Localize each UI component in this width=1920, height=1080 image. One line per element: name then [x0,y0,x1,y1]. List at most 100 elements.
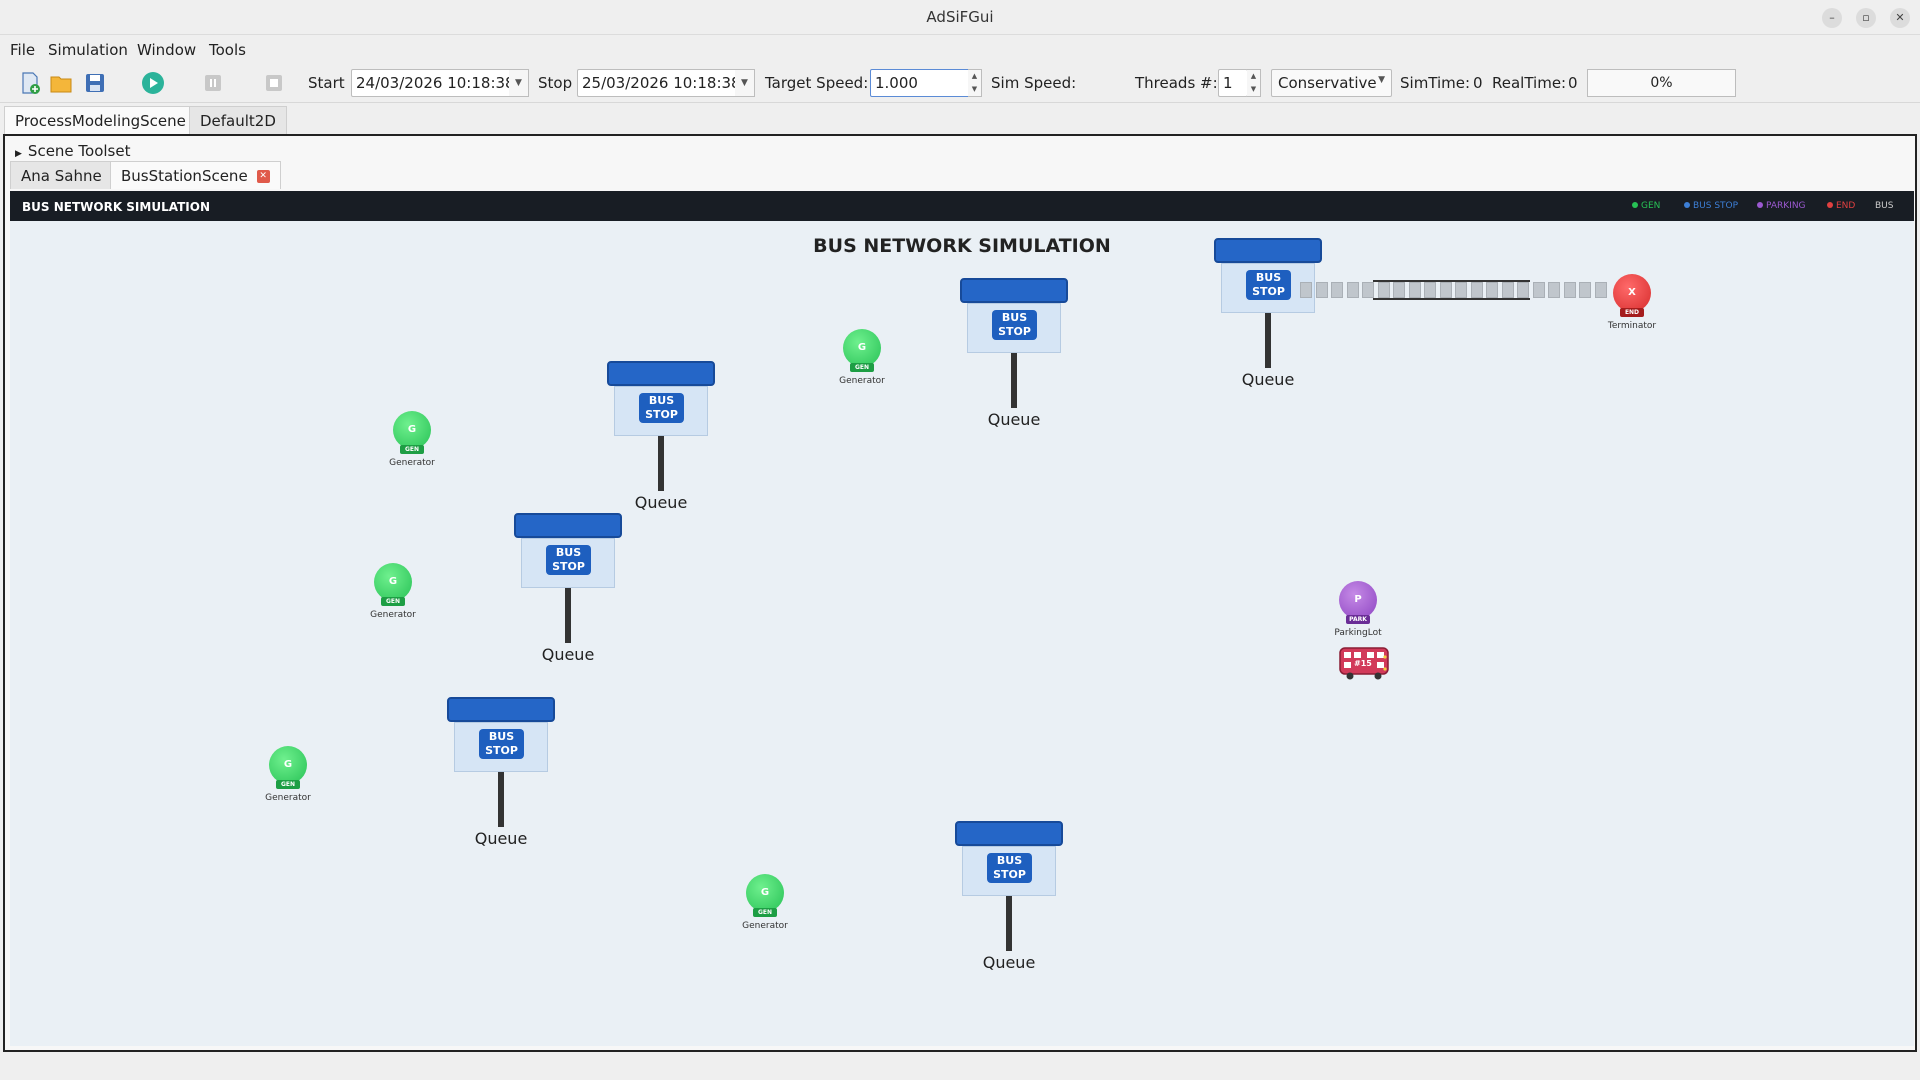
scene-toolset-toggle[interactable]: ▶ Scene Toolset [15,142,130,160]
legend-bus: BUS [1875,201,1894,211]
lane-segment [1563,282,1576,298]
legend-parking: PARKING [1757,201,1806,211]
generator-label: Generator [742,921,788,931]
maximize-button[interactable]: ▫ [1856,8,1876,28]
park-tag: PARK [1346,615,1370,624]
sim-speed-label: Sim Speed: [991,74,1077,92]
open-folder-icon[interactable] [49,71,73,95]
threads-input[interactable]: 1 [1218,69,1248,97]
target-speed-input[interactable]: 1.000 [870,69,970,97]
start-dropdown-button[interactable]: ▼ [509,69,529,97]
toolbar: Start 24/03/2026 10:18:38 ▼ Stop 25/03/2… [0,63,1920,103]
simtime-label: SimTime: [1400,74,1471,92]
expand-triangle-icon: ▶ [15,149,22,159]
bus-stop-roof [607,361,715,386]
lane-segment [1300,282,1312,298]
queue-label: Queue [982,953,1036,972]
window-title: AdSiFGui [926,8,994,26]
generator-label: Generator [839,376,885,386]
scene-toolset-label: Scene Toolset [27,142,131,160]
queue-pole [498,772,504,827]
menu-tools[interactable]: Tools [209,41,246,59]
lane-segment [1455,282,1467,298]
queue-pole [1011,353,1017,408]
lane-segment [1377,282,1390,298]
stop-label: Stop [538,74,573,92]
target-speed-spinner[interactable]: ▲ ▼ [968,69,982,97]
terminator-label: Terminator [1607,321,1657,331]
play-icon[interactable] [141,71,165,95]
scene-header-bar: BUS NETWORK SIMULATION GEN BUS STOP PARK… [10,191,1914,221]
stop-datetime-field[interactable]: 25/03/2026 10:18:38 [577,69,737,97]
terminator-node[interactable]: X END Terminator [1602,274,1662,344]
lane-segment [1331,282,1343,298]
gen-tag: GEN [381,597,405,606]
bus-stop-roof [1214,238,1322,263]
bus-stop[interactable]: BUS STOP Queue [955,821,1065,972]
gen-tag: GEN [850,363,874,372]
generator-node[interactable]: G GEN Generator [363,563,423,633]
tab-bus-station-scene[interactable]: BusStationScene ✕ [110,161,281,189]
stop-dropdown-button[interactable]: ▼ [735,69,755,97]
lane-segment [1579,282,1591,298]
simulation-progress: 0% [1587,69,1736,97]
start-datetime-field[interactable]: 24/03/2026 10:18:38 [351,69,511,97]
tab-bus-station-scene-label: BusStationScene [121,167,248,185]
pause-icon[interactable] [201,71,225,95]
menu-window[interactable]: Window [137,41,196,59]
queue-label: Queue [1241,370,1295,389]
menu-simulation[interactable]: Simulation [48,41,128,59]
save-icon[interactable] [83,71,107,95]
queue-label: Queue [987,410,1041,429]
generator-node[interactable]: G GEN Generator [735,874,795,944]
menu-file[interactable]: File [10,41,35,59]
bus-stop-sign: BUS STOP [992,310,1037,340]
threads-label: Threads #: [1135,74,1218,92]
close-tab-icon[interactable]: ✕ [256,170,270,183]
bus-vehicle[interactable]: #15 [1339,646,1389,680]
bus-stop[interactable]: BUS STOP Queue [607,361,717,512]
bus-stop[interactable]: BUS STOP Queue [960,278,1070,429]
bus-stop[interactable]: BUS STOP Queue [447,697,557,848]
legend-end: END [1827,201,1855,211]
generator-label: Generator [389,458,435,468]
queue-pole [1006,896,1012,951]
lane-segment [1315,282,1328,298]
parking-lot-node[interactable]: P PARK ParkingLot [1328,581,1388,651]
generator-icon: G [269,746,307,784]
tab-process-modeling-scene[interactable]: ProcessModelingScene [4,106,197,134]
generator-node[interactable]: G GEN Generator [832,329,892,399]
title-bar: AdSiFGui – ▫ ✕ [0,0,1920,35]
bus-stop[interactable]: BUS STOP Queue [514,513,624,664]
bus-stop-sign: BUS STOP [1246,270,1291,300]
bus-stop[interactable]: BUS STOP Queue [1214,238,1324,389]
end-tag: END [1620,308,1644,317]
mode-select[interactable]: Conservative ▼ [1271,69,1392,97]
minimize-button[interactable]: – [1822,8,1842,28]
parking-icon: P [1339,581,1377,619]
lane-segment [1486,282,1498,298]
tab-default2d[interactable]: Default2D [189,106,287,134]
start-label: Start [308,74,345,92]
lane-rail [1373,298,1530,300]
generator-node[interactable]: G GEN Generator [382,411,442,481]
queue-label: Queue [634,493,688,512]
bus-stop-sign: BUS STOP [987,853,1032,883]
queue-label: Queue [474,829,528,848]
generator-node[interactable]: G GEN Generator [258,746,318,816]
generator-icon: G [746,874,784,912]
close-window-button[interactable]: ✕ [1890,8,1910,28]
bus-lane-track [1300,280,1608,300]
lane-segment [1501,282,1514,298]
lane-segment [1439,282,1452,298]
threads-spinner[interactable]: ▲ ▼ [1247,69,1261,97]
scene-frame: ▶ Scene Toolset Ana Sahne BusStationScene… [3,134,1917,1052]
bus-stop-sign: BUS STOP [546,545,591,575]
stop-icon[interactable] [262,71,286,95]
tab-ana-sahne[interactable]: Ana Sahne [10,161,113,189]
generator-icon: G [374,563,412,601]
new-file-icon[interactable] [18,71,42,95]
realtime-value: 0 [1568,74,1578,92]
queue-pole [565,588,571,643]
simulation-canvas[interactable]: BUS NETWORK SIMULATION GEN BUS STOP PARK… [10,191,1914,1046]
